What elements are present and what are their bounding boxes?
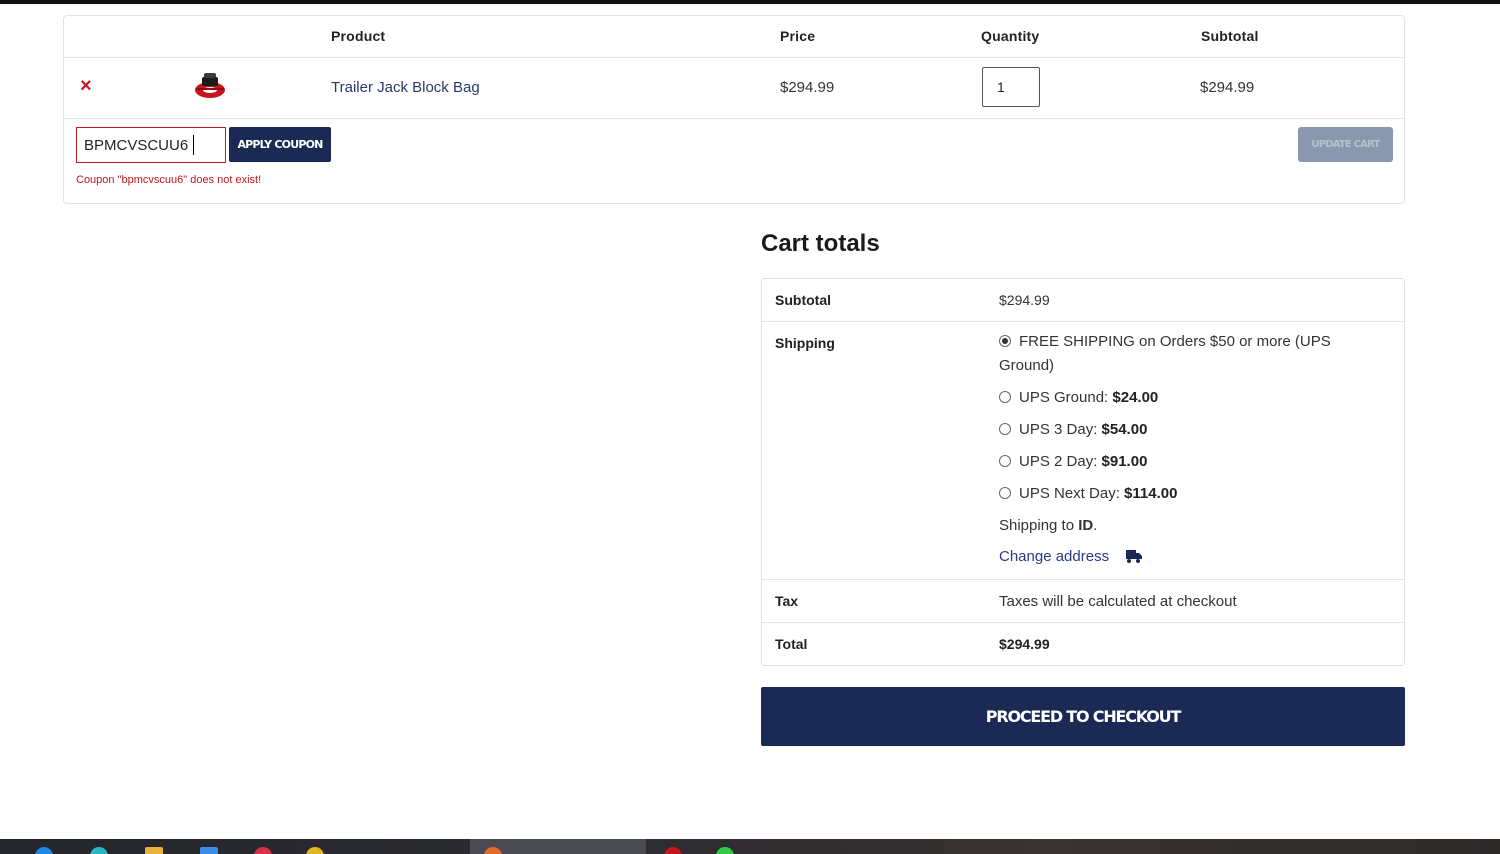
- spotify-icon[interactable]: [716, 847, 734, 854]
- subtotal-row: Subtotal $294.99: [762, 279, 1404, 322]
- shipping-option-price: $91.00: [1101, 453, 1148, 470]
- shipping-option-free-label: FREE SHIPPING on Orders $50 or more (UPS…: [999, 333, 1331, 374]
- file-explorer-icon[interactable]: [145, 847, 163, 854]
- shipping-option-price: $54.00: [1101, 421, 1148, 438]
- opera-icon[interactable]: [664, 847, 682, 854]
- coupon-code-input[interactable]: [76, 127, 226, 163]
- item-subtotal: $294.99: [1200, 79, 1255, 96]
- cart-totals-table: Subtotal $294.99 Shipping FREE SHIPPING …: [761, 278, 1405, 666]
- shipping-option-ups-ground-label: UPS Ground: $24.00: [1019, 389, 1159, 406]
- shipping-option-ups-3-day-label: UPS 3 Day: $54.00: [1019, 421, 1148, 438]
- cart-item-row: × Trailer Jack Block Bag $294.99 $294.99: [64, 58, 1404, 119]
- coupon-error-message: Coupon "bpmcvscuu6" does not exist!: [76, 174, 262, 186]
- shipping-radio-ups-3-day[interactable]: [999, 423, 1011, 435]
- cart-totals-title: Cart totals: [761, 230, 880, 257]
- item-price: $294.99: [780, 79, 835, 96]
- total-value: $294.99: [999, 636, 1050, 652]
- text-cursor: [193, 135, 194, 155]
- app-icon[interactable]: [254, 847, 272, 854]
- apply-coupon-button[interactable]: Apply coupon: [229, 127, 331, 162]
- change-address-link[interactable]: Change address: [999, 548, 1109, 565]
- shipping-radio-ups-next-day[interactable]: [999, 487, 1011, 499]
- windows-start-icon[interactable]: [35, 847, 53, 854]
- tax-value: Taxes will be calculated at checkout: [999, 593, 1237, 610]
- remove-item-icon[interactable]: ×: [80, 75, 96, 97]
- top-border: [0, 0, 1500, 4]
- tax-row: Tax Taxes will be calculated at checkout: [762, 580, 1404, 623]
- quantity-column-header: Quantity: [981, 28, 1040, 44]
- price-column-header: Price: [780, 28, 816, 44]
- proceed-to-checkout-button[interactable]: Proceed to checkout: [761, 687, 1405, 746]
- shipping-option-price: $114.00: [1124, 485, 1178, 502]
- shipping-row: Shipping FREE SHIPPING on Orders $50 or …: [762, 322, 1404, 580]
- shipping-state: ID: [1078, 517, 1094, 534]
- shipping-radio-ups-ground[interactable]: [999, 391, 1011, 403]
- truck-icon[interactable]: [1126, 549, 1142, 563]
- total-row: Total $294.99: [762, 623, 1404, 666]
- subtotal-label: Subtotal: [775, 292, 831, 308]
- subtotal-column-header: Subtotal: [1201, 28, 1259, 44]
- shipping-label: Shipping: [775, 335, 835, 351]
- product-thumbnail[interactable]: [192, 71, 228, 101]
- total-label: Total: [775, 636, 808, 652]
- store-icon[interactable]: [200, 847, 218, 854]
- edge-browser-icon[interactable]: [90, 847, 108, 854]
- update-cart-button[interactable]: Update cart: [1298, 127, 1393, 162]
- chrome-icon[interactable]: [306, 847, 324, 854]
- shipping-option-ups-2-day-label: UPS 2 Day: $91.00: [1019, 453, 1148, 470]
- shipping-destination: Shipping to ID.: [999, 517, 1098, 534]
- tax-label: Tax: [775, 593, 799, 609]
- cart-table: Product Price Quantity Subtotal × Traile…: [63, 15, 1405, 204]
- os-taskbar: [0, 839, 1500, 854]
- product-name-link[interactable]: Trailer Jack Block Bag: [331, 79, 480, 96]
- cart-table-header: Product Price Quantity Subtotal: [64, 16, 1404, 58]
- shipping-option-ups-next-day-label: UPS Next Day: $114.00: [1019, 485, 1178, 502]
- subtotal-value: $294.99: [999, 292, 1050, 308]
- shipping-radio-ups-2-day[interactable]: [999, 455, 1011, 467]
- quantity-input[interactable]: [982, 67, 1040, 107]
- shipping-option-price: $24.00: [1112, 389, 1159, 406]
- product-column-header: Product: [331, 28, 386, 44]
